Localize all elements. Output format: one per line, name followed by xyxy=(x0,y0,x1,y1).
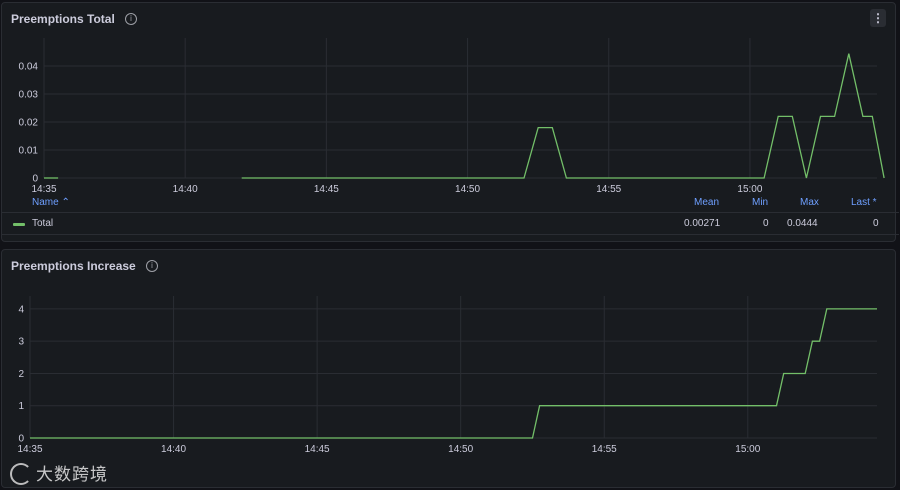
legend-col-min[interactable]: Min xyxy=(752,197,768,208)
y-tick-label: 0.04 xyxy=(19,62,39,73)
legend-col-max[interactable]: Max xyxy=(800,197,819,208)
legend-divider xyxy=(1,234,899,235)
y-tick-label: 0 xyxy=(32,174,38,185)
x-tick-label: 14:40 xyxy=(173,184,198,195)
panel-title: Preemptions Increase xyxy=(11,259,136,273)
x-tick-label: 15:00 xyxy=(737,184,762,195)
legend-col-name[interactable]: Name ⌃ xyxy=(32,197,70,208)
info-icon[interactable]: i xyxy=(146,260,158,272)
x-tick-label: 14:55 xyxy=(596,184,621,195)
legend-last-value: 0 xyxy=(873,218,879,229)
x-tick-label: 14:35 xyxy=(31,184,56,195)
x-tick-label: 14:50 xyxy=(455,184,480,195)
series-line-total xyxy=(241,53,885,179)
legend-max-value: 0.0444 xyxy=(787,218,818,229)
legend-mean-value: 0.00271 xyxy=(684,218,721,229)
watermark-text: 大数跨境 xyxy=(36,465,108,485)
x-tick-label: 14:45 xyxy=(314,184,339,195)
legend-col-mean[interactable]: Mean xyxy=(694,197,719,208)
preemptions-increase-panel: Preemptions Increase i xyxy=(1,249,896,488)
legend-min-value: 0 xyxy=(763,218,769,229)
y-tick-label: 0.03 xyxy=(19,90,39,101)
watermark-logo-icon xyxy=(10,463,32,485)
y-tick-label: 0.01 xyxy=(19,146,39,157)
y-tick-label: 0.02 xyxy=(19,118,39,129)
legend-divider xyxy=(1,212,899,213)
preemptions-total-chart[interactable]: 0 0.01 0.02 0.03 0.04 14:35 14:40 14:45 14:50 14:… xyxy=(0,0,900,200)
legend-col-last[interactable]: Last * xyxy=(851,197,877,208)
series-color-swatch xyxy=(13,223,25,226)
legend-series-name[interactable]: Total xyxy=(32,218,53,229)
